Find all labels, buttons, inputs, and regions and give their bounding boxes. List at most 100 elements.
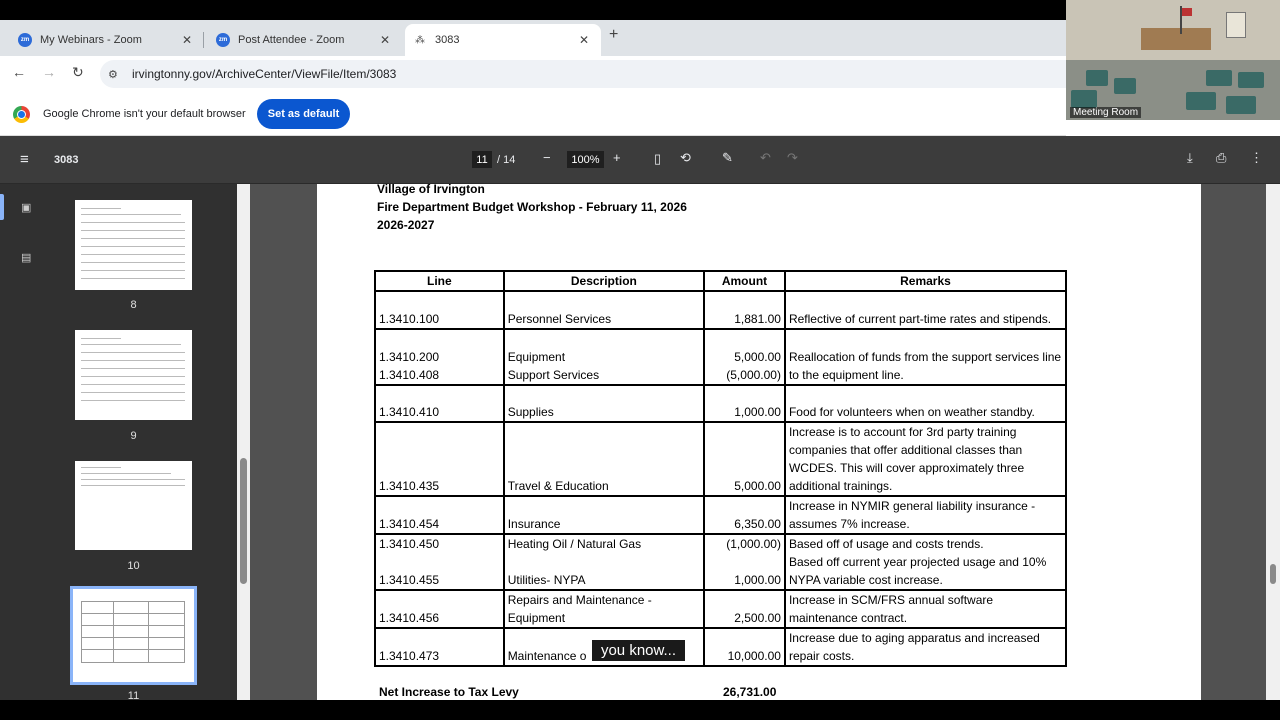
back-icon[interactable]: ← [12,64,26,80]
forward-icon[interactable]: → [42,64,56,80]
more-options-icon[interactable]: ⋮ [1250,150,1263,166]
loading-icon: ⁂ [415,34,425,46]
table-row: 1.3410.473 Maintenance o 10,000.00 Incre… [374,627,1068,667]
flag [1182,8,1192,16]
total-pages: / 14 [497,154,516,166]
line-cell: 1.3410.100 [374,290,505,330]
download-icon[interactable]: ⤓ [1187,150,1193,166]
column-header: Amount [703,270,786,292]
pdf-toolbar: ≡ 3083 11 / 14 − 100% + ▯ ⟲ ✎ ↶ ↷ ⤓ ⎙ ⋮ [0,136,1280,184]
undo-icon[interactable]: ↶ [760,150,771,166]
net-increase-label: Net Increase to Tax Levy [379,685,519,699]
page-number-input[interactable]: 11 [472,151,492,168]
net-increase-value: 26,731.00 [723,685,777,699]
viewer-scroll-thumb[interactable] [1270,564,1276,584]
infobar-text: Google Chrome isn't your default browser [43,108,246,120]
amount-cell: (1,000.00) 1,000.00 [703,533,786,591]
outline-view-icon[interactable]: ▤ [21,251,31,264]
thumbnail-page-number: 9 [130,430,137,442]
print-icon[interactable]: ⎙ [1216,150,1226,166]
sidebar-scrollbar[interactable] [237,184,250,700]
sidebar-selection-indicator [0,194,4,220]
remarks-cell: Food for volunteers when on weather stan… [783,384,1068,423]
line-cell: 1.3410.456 [374,589,505,629]
table-row: 1.3410.450 1.3410.455 Heating Oil / Natur… [374,533,1068,591]
chair [1206,70,1232,86]
tab-label: 3083 [435,34,460,46]
reload-icon[interactable]: ↻ [72,64,84,81]
zoom-in-icon[interactable]: + [613,150,621,165]
remarks-cell: Increase due to aging apparatus and incr… [783,627,1068,667]
table-header-row: Line Description Amount Remarks [374,270,1068,292]
table-row: 1.3410.435 Travel & Education 5,000.00 I… [374,421,1068,497]
description-cell: Insurance [502,495,706,535]
annotate-icon[interactable]: ✎ [722,150,733,166]
table-row: 1.3410.410 Supplies 1,000.00 Food for vo… [374,384,1068,423]
fit-page-icon[interactable]: ▯ [654,151,661,167]
tab-label: Post Attendee - Zoom [238,34,345,46]
page-thumbnail-selected[interactable] [70,586,197,685]
site-info-icon[interactable]: ⚙ [108,68,124,81]
thumbnail-page-number: 8 [130,299,137,311]
description-cell: Supplies [502,384,706,423]
description-cell: Personnel Services [502,290,706,330]
column-header: Remarks [783,270,1068,292]
thumbnails-view-icon[interactable]: ▣ [21,201,31,214]
amount-cell: 1,000.00 [703,384,786,423]
page-thumbnail[interactable] [75,200,192,290]
viewer-scrollbar[interactable] [1266,184,1280,700]
close-tab-icon[interactable]: ✕ [182,33,192,47]
bottom-black-strip [0,700,1280,720]
rotate-icon[interactable]: ⟲ [680,150,691,166]
line-cell: 1.3410.473 [374,627,505,667]
camera-label: Meeting Room [1070,107,1142,118]
line-cell: 1.3410.450 1.3410.455 [374,533,505,591]
dais-table [1141,28,1211,50]
remarks-cell: Reallocation of funds from the support s… [783,328,1068,386]
zoom-input[interactable]: 100% [567,151,604,168]
description-cell: Travel & Education [502,421,706,497]
line-cell: 1.3410.454 [374,495,505,535]
column-header: Description [502,270,706,292]
menu-icon[interactable]: ≡ [20,151,29,168]
redo-icon[interactable]: ↷ [787,150,798,166]
table-row: 1.3410.100 Personnel Services 1,881.00 R… [374,290,1068,330]
zoom-favicon-icon: zm [18,33,32,47]
sidebar-scroll-thumb[interactable] [240,458,247,584]
table-row: 1.3410.454 Insurance 6,350.00 Increase i… [374,495,1068,535]
screen: zm My Webinars - Zoom ✕ zm Post Attendee… [0,0,1280,720]
remarks-cell: Based off of usage and costs trends. Base… [783,533,1068,591]
wall-board [1226,12,1246,38]
remarks-cell: Increase in NYMIR general liability insu… [783,495,1068,535]
table-row: 1.3410.200 1.3410.408 Equipment Support Se… [374,328,1068,386]
tab-my-webinars[interactable]: zm My Webinars - Zoom ✕ [8,24,204,56]
doc-header-workshop: Fire Department Budget Workshop - Februa… [377,200,687,214]
close-tab-icon[interactable]: ✕ [380,33,390,47]
tab-post-attendee[interactable]: zm Post Attendee - Zoom ✕ [206,24,402,56]
description-cell: Repairs and Maintenance - Equipment [502,589,706,629]
column-header: Line [374,270,505,292]
camera-video-feed[interactable]: Meeting Room [1066,0,1280,120]
tab-3083[interactable]: ⁂ 3083 ✕ [405,24,601,56]
set-as-default-button[interactable]: Set as default [257,99,350,129]
new-tab-icon[interactable]: + [609,26,618,44]
doc-header-year: 2026-2027 [377,218,435,232]
address-bar[interactable]: ⚙ irvingtonny.gov/ArchiveCenter/ViewFile… [100,60,1066,88]
page-thumbnail[interactable] [75,461,192,550]
remarks-cell: Increase in SCM/FRS annual software main… [783,589,1068,629]
zoom-watermark: zoom [1090,640,1199,684]
zoom-out-icon[interactable]: − [543,150,551,165]
pdf-page: Village of Irvington Fire Department Bud… [317,184,1201,700]
table-row: 1.3410.456 Repairs and Maintenance - Equ… [374,589,1068,629]
navigation-bar: ← → ↻ ⚙ irvingtonny.gov/ArchiveCenter/Vi… [0,56,1066,90]
document-title: 3083 [54,154,79,166]
live-caption: you know... [592,640,685,661]
page-thumbnail[interactable] [75,330,192,420]
chair [1226,96,1256,114]
close-tab-icon[interactable]: ✕ [579,33,589,47]
doc-header-village: Village of Irvington [377,184,485,196]
amount-cell: 1,881.00 [703,290,786,330]
chrome-logo-icon [13,106,30,123]
description-cell: Equipment Support Services [502,328,706,386]
thumbnail-page-number: 10 [127,560,140,572]
